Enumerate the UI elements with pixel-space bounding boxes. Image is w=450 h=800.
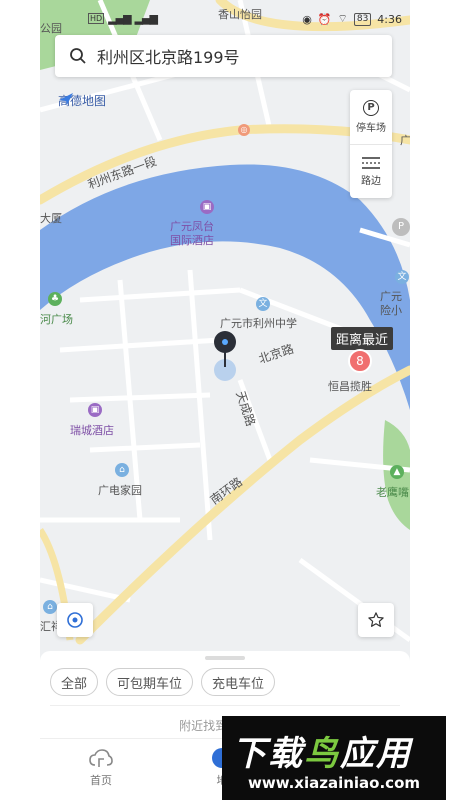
poi-label: 国际酒店 xyxy=(170,234,214,247)
location-pin-icon[interactable] xyxy=(214,331,236,353)
filter-chip-charging[interactable]: 充电车位 xyxy=(201,668,276,696)
poi-label: 广元市利州中学 xyxy=(220,317,297,330)
search-icon xyxy=(70,48,86,64)
signal-icon: ▂▄▆ xyxy=(134,12,158,25)
hotel-icon: ▣ xyxy=(88,403,102,417)
location-pin-stick xyxy=(224,351,226,367)
hotel-icon: ▣ xyxy=(200,200,214,214)
tab-label: 首页 xyxy=(90,774,112,787)
parking-lot-toggle[interactable]: P 停车场 xyxy=(350,90,392,144)
locate-icon xyxy=(67,612,83,628)
search-bar[interactable]: 利州区北京路199号 xyxy=(55,35,392,77)
parking-marker[interactable]: 8 xyxy=(348,349,372,373)
poi-label: 恒昌揽胜 xyxy=(328,380,372,393)
map-label: 大厦 xyxy=(40,212,62,225)
app-screen: 公园 香山怡园 利州东路一段 大厦 ▣ 广元凤台 国际酒店 ♣ 河广场 文 广元… xyxy=(40,0,410,800)
search-input[interactable]: 利州区北京路199号 xyxy=(97,44,240,68)
amap-arrow-icon xyxy=(59,93,73,105)
poi-label: 险小 xyxy=(380,304,402,317)
roadside-toggle[interactable]: 路边 xyxy=(350,144,392,198)
residential-icon: ⌂ xyxy=(43,600,57,614)
residential-icon: ⌂ xyxy=(115,463,129,477)
roadside-icon xyxy=(362,156,380,169)
clock: 4:36 xyxy=(377,12,402,26)
poi-label: 广 xyxy=(400,134,410,147)
filter-chips: 全部 可包期车位 充电车位 xyxy=(50,668,276,696)
star-icon xyxy=(368,612,384,627)
tool-label: 停车场 xyxy=(356,123,386,134)
nearest-tooltip: 距离最近 xyxy=(331,327,394,350)
poi-label: 广电家园 xyxy=(98,484,142,497)
signal-icon: ▂▄▆ xyxy=(108,12,131,25)
amap-logo: 高德地图 xyxy=(58,92,106,109)
tool-label: 路边 xyxy=(361,175,381,187)
home-cloud-icon xyxy=(89,749,113,767)
watermark-url: www.xiazainiao.com xyxy=(247,774,421,792)
parking-icon: P xyxy=(363,100,379,116)
poi-label: 瑞城酒店 xyxy=(70,424,114,437)
parking-poi-icon[interactable]: P xyxy=(392,218,410,236)
metro-icon: ◎ xyxy=(238,124,250,136)
watermark-logo: 下载鸟应用 www.xiazainiao.com xyxy=(222,716,446,800)
hd-icon: HD xyxy=(88,13,105,24)
status-bar: HD ▂▄▆ ▂▄▆ ◉ ⏰ ⌔ 83 4:36 xyxy=(40,10,410,30)
status-right: ◉ ⏰ ⌔ 83 4:36 xyxy=(302,12,402,26)
favorite-button[interactable] xyxy=(358,603,394,637)
poi-label: 老鹰嘴 xyxy=(376,486,409,499)
divider xyxy=(50,705,400,706)
eye-icon: ◉ xyxy=(302,12,312,26)
poi-label: 河广场 xyxy=(40,313,73,326)
watermark-title: 下载鸟应用 xyxy=(232,726,412,775)
watermark-text: 应用 xyxy=(340,734,412,774)
mountain-icon: ▲ xyxy=(390,465,404,479)
battery-icon: 83 xyxy=(353,12,372,26)
status-left: HD ▂▄▆ ▂▄▆ xyxy=(88,12,158,25)
school-icon: 文 xyxy=(395,270,409,284)
locate-button[interactable] xyxy=(57,603,93,637)
filter-chip-monthly[interactable]: 可包期车位 xyxy=(106,668,194,696)
wifi-icon: ⌔ xyxy=(337,12,348,25)
park-icon: ♣ xyxy=(48,292,62,306)
alarm-icon: ⏰ xyxy=(317,12,332,26)
school-icon: 文 xyxy=(256,297,270,311)
map-tool-panel: P 停车场 路边 xyxy=(350,90,392,198)
watermark-text: 鸟 xyxy=(304,734,340,774)
sheet-drag-handle[interactable] xyxy=(205,656,245,660)
tab-home[interactable]: 首页 xyxy=(71,747,131,788)
filter-chip-all[interactable]: 全部 xyxy=(50,668,99,696)
watermark-text: 下载 xyxy=(232,734,304,774)
